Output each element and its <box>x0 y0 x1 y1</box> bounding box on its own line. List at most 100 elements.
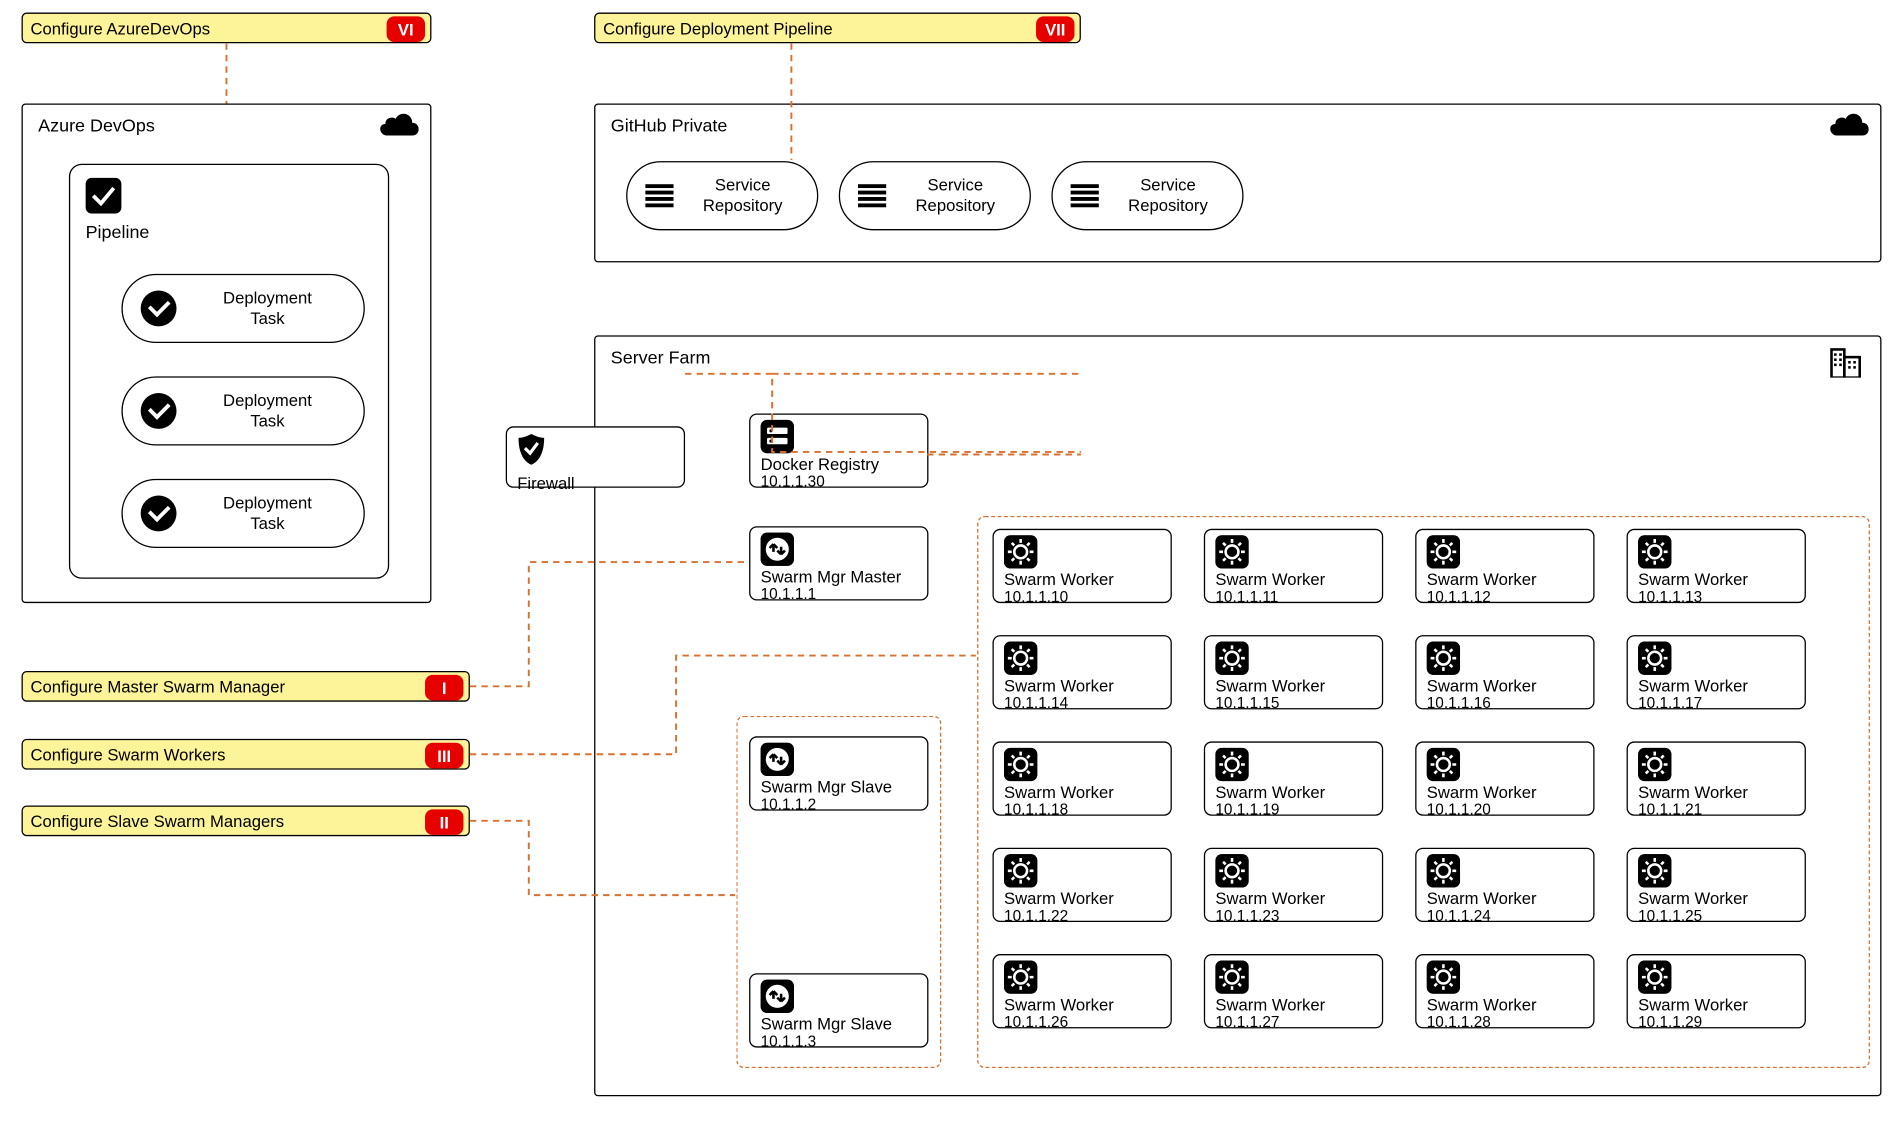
swarm-worker-node: Swarm Worker 10.1.1.28 <box>1415 954 1594 1028</box>
pipeline-box: Pipeline Deployment Task Deployment Task… <box>69 164 389 579</box>
step-badge: II <box>425 809 463 835</box>
node-ip: 10.1.1.29 <box>1638 1015 1794 1032</box>
gear-icon <box>1427 854 1460 887</box>
azure-devops-title: Azure DevOps <box>38 115 155 135</box>
node-title: Swarm Worker <box>1427 784 1583 802</box>
swarm-manager-master-node: Swarm Mgr Master 10.1.1.1 <box>749 526 928 600</box>
step-badge: VI <box>387 16 425 42</box>
gear-icon <box>1004 960 1037 993</box>
node-ip: 10.1.1.1 <box>761 587 917 604</box>
swarm-worker-node: Swarm Worker 10.1.1.26 <box>992 954 1171 1028</box>
node-title: Swarm Worker <box>1427 890 1583 908</box>
task-label: Deployment Task <box>189 493 345 533</box>
swarm-manager-slave-1-node: Swarm Mgr Slave 10.1.1.2 <box>749 736 928 810</box>
gear-icon <box>1638 854 1671 887</box>
node-ip: 10.1.1.16 <box>1427 696 1583 713</box>
swarm-worker-node: Swarm Worker 10.1.1.18 <box>992 741 1171 815</box>
node-title: Swarm Worker <box>1004 571 1160 589</box>
node-title: Swarm Mgr Master <box>761 568 917 586</box>
gear-icon <box>1638 960 1671 993</box>
step-configure-master-swarm-manager: Configure Master Swarm Manager I <box>22 671 470 702</box>
gear-icon <box>1638 642 1671 675</box>
node-ip: 10.1.1.11 <box>1215 589 1371 606</box>
cloud-icon <box>379 112 417 138</box>
node-title: Swarm Worker <box>1004 784 1160 802</box>
cloud-icon <box>1829 112 1867 138</box>
node-ip: 10.1.1.3 <box>761 1034 917 1051</box>
node-ip: 10.1.1.14 <box>1004 696 1160 713</box>
repo-label: Service Repository <box>899 176 1012 216</box>
swarm-worker-node: Swarm Worker 10.1.1.29 <box>1627 954 1806 1028</box>
docker-registry-node: Docker Registry 10.1.1.30 <box>749 414 928 488</box>
node-ip: 10.1.1.19 <box>1215 802 1371 819</box>
gear-icon <box>1215 854 1248 887</box>
node-ip: 10.1.1.21 <box>1638 802 1794 819</box>
gear-icon <box>1004 642 1037 675</box>
menu-lines-icon <box>1071 184 1099 207</box>
gear-icon <box>1215 535 1248 568</box>
swarm-worker-node: Swarm Worker 10.1.1.13 <box>1627 529 1806 603</box>
swarm-worker-node: Swarm Worker 10.1.1.22 <box>992 848 1171 922</box>
step-configure-swarm-workers: Configure Swarm Workers III <box>22 739 470 770</box>
node-title: Swarm Worker <box>1004 890 1160 908</box>
swarm-worker-node: Swarm Worker 10.1.1.21 <box>1627 741 1806 815</box>
node-title: Swarm Mgr Slave <box>761 779 917 797</box>
step-configure-slave-swarm-managers: Configure Slave Swarm Managers II <box>22 805 470 836</box>
node-ip: 10.1.1.10 <box>1004 589 1160 606</box>
github-private-container: GitHub Private Service Repository Servic… <box>594 104 1881 263</box>
step-label: Configure Deployment Pipeline <box>603 18 833 37</box>
transfer-icon <box>761 743 794 776</box>
node-ip: 10.1.1.15 <box>1215 696 1371 713</box>
gear-icon <box>1004 535 1037 568</box>
node-ip: 10.1.1.20 <box>1427 802 1583 819</box>
gear-icon <box>1004 854 1037 887</box>
node-title: Swarm Worker <box>1004 996 1160 1014</box>
node-title: Swarm Worker <box>1215 677 1371 695</box>
step-badge: I <box>425 675 463 701</box>
service-repository-1: Service Repository <box>626 161 818 230</box>
gear-icon <box>1215 960 1248 993</box>
service-repository-3: Service Repository <box>1051 161 1243 230</box>
gear-icon <box>1427 748 1460 781</box>
deployment-task-2: Deployment Task <box>121 376 364 445</box>
step-configure-azuredevops: Configure AzureDevOps VI <box>22 13 432 44</box>
node-ip: 10.1.1.27 <box>1215 1015 1371 1032</box>
swarm-worker-node: Swarm Worker 10.1.1.19 <box>1204 741 1383 815</box>
menu-lines-icon <box>858 184 886 207</box>
node-ip: 10.1.1.13 <box>1638 589 1794 606</box>
node-title: Swarm Worker <box>1638 677 1794 695</box>
github-title: GitHub Private <box>611 115 728 135</box>
building-icon <box>1829 344 1867 370</box>
node-title: Swarm Worker <box>1215 890 1371 908</box>
node-ip: 10.1.1.26 <box>1004 1015 1160 1032</box>
check-circle-icon <box>141 495 177 531</box>
swarm-worker-node: Swarm Worker 10.1.1.12 <box>1415 529 1594 603</box>
gear-icon <box>1427 642 1460 675</box>
swarm-manager-slave-2-node: Swarm Mgr Slave 10.1.1.3 <box>749 973 928 1047</box>
step-label: Configure Master Swarm Manager <box>30 677 285 696</box>
node-title: Swarm Worker <box>1427 571 1583 589</box>
step-badge: III <box>425 743 463 769</box>
node-title: Swarm Worker <box>1638 890 1794 908</box>
server-icon <box>761 420 794 453</box>
check-circle-icon <box>141 393 177 429</box>
step-label: Configure Slave Swarm Managers <box>30 811 284 830</box>
deployment-task-3: Deployment Task <box>121 479 364 548</box>
node-ip: 10.1.1.23 <box>1215 908 1371 925</box>
node-title: Swarm Worker <box>1638 571 1794 589</box>
swarm-worker-node: Swarm Worker 10.1.1.14 <box>992 635 1171 709</box>
swarm-worker-node: Swarm Worker 10.1.1.24 <box>1415 848 1594 922</box>
node-title: Firewall <box>517 475 673 493</box>
swarm-worker-node: Swarm Worker 10.1.1.17 <box>1627 635 1806 709</box>
deployment-task-1: Deployment Task <box>121 274 364 343</box>
node-title: Swarm Worker <box>1638 996 1794 1014</box>
swarm-worker-node: Swarm Worker 10.1.1.11 <box>1204 529 1383 603</box>
node-ip: 10.1.1.28 <box>1427 1015 1583 1032</box>
step-badge: VII <box>1036 16 1074 42</box>
gear-icon <box>1638 535 1671 568</box>
swarm-worker-node: Swarm Worker 10.1.1.16 <box>1415 635 1594 709</box>
gear-icon <box>1215 748 1248 781</box>
swarm-worker-node: Swarm Worker 10.1.1.15 <box>1204 635 1383 709</box>
gear-icon <box>1004 748 1037 781</box>
node-title: Swarm Worker <box>1004 677 1160 695</box>
